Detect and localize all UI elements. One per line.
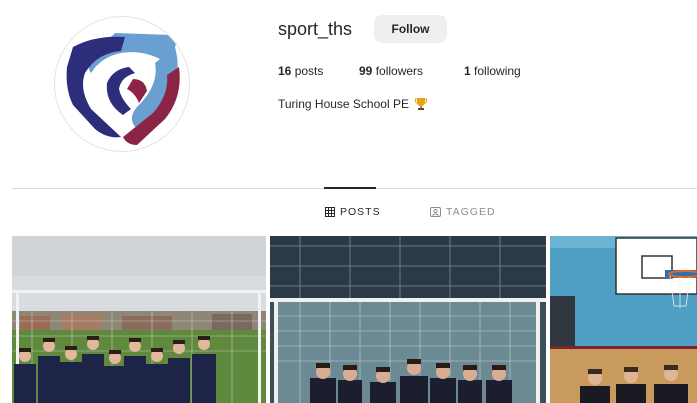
following-label: following	[474, 64, 521, 78]
cage-group-photo	[270, 236, 546, 403]
trophy-icon	[415, 98, 428, 110]
post-tile-2[interactable]	[270, 236, 546, 403]
post-tile-3[interactable]	[550, 236, 697, 403]
tab-tagged[interactable]: TAGGED	[430, 206, 496, 218]
following-count: 1	[464, 64, 471, 78]
post-tile-1[interactable]	[12, 236, 266, 403]
followers-label: followers	[375, 64, 424, 78]
sports-hall-photo	[550, 236, 697, 403]
football-team-photo	[12, 236, 266, 403]
profile-bio: Turing House School PE	[278, 97, 428, 111]
school-logo-icon	[66, 33, 180, 145]
tag-icon	[430, 207, 441, 217]
followers-count: 99	[359, 64, 373, 78]
posts-count-stat: 16 posts	[278, 64, 323, 78]
active-tab-indicator	[324, 187, 376, 189]
profile-avatar[interactable]	[54, 16, 190, 152]
tab-posts[interactable]: POSTS	[325, 206, 381, 218]
bio-text: Turing House School PE	[278, 97, 409, 111]
followers-stat[interactable]: 99 followers	[359, 64, 423, 78]
profile-username: sport_ths	[278, 19, 353, 39]
posts-count: 16	[278, 64, 292, 78]
following-stat[interactable]: 1 following	[464, 64, 521, 78]
tab-posts-label: POSTS	[340, 206, 381, 218]
grid-icon	[325, 207, 335, 217]
follow-button[interactable]: Follow	[374, 15, 447, 43]
tab-tagged-label: TAGGED	[446, 206, 496, 218]
posts-label: posts	[294, 64, 324, 78]
